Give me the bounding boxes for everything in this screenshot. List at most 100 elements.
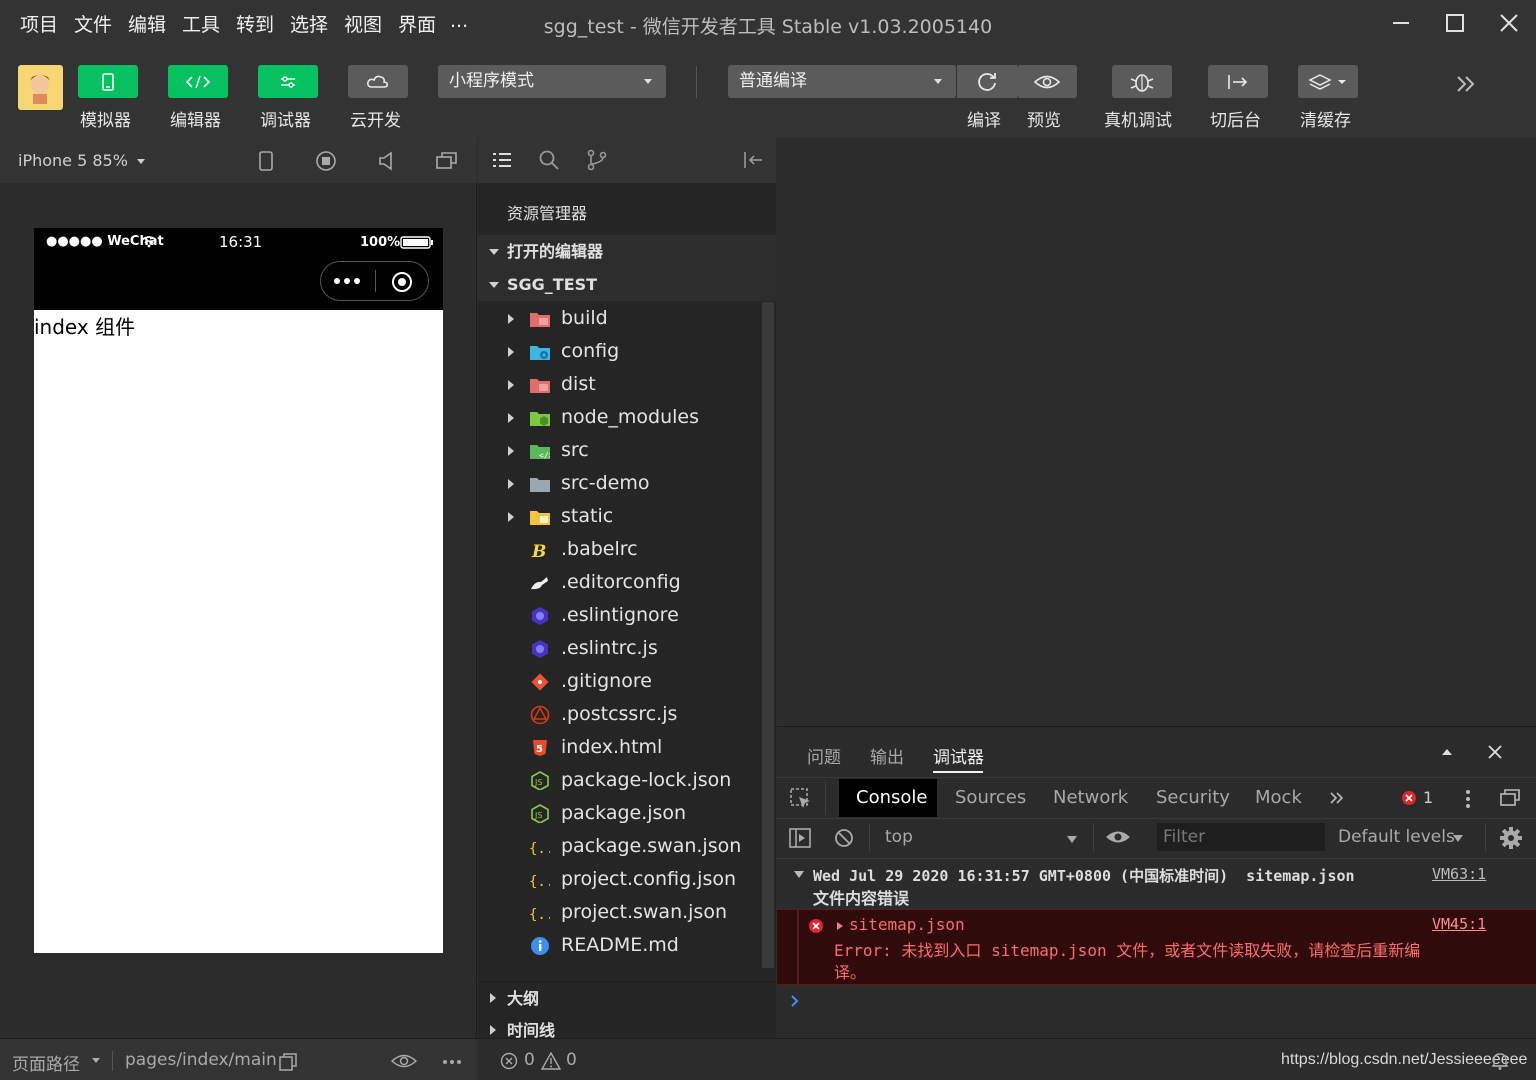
menu-file[interactable]: 文件 bbox=[74, 10, 112, 37]
context-select[interactable]: top bbox=[885, 827, 1081, 853]
file-item[interactable]: {..} project.swan.json bbox=[478, 896, 762, 929]
show-sidebar-button[interactable] bbox=[789, 828, 811, 848]
simulator-toggle-button[interactable] bbox=[78, 65, 138, 98]
clear-console-button[interactable] bbox=[834, 828, 854, 848]
compile-button[interactable] bbox=[957, 65, 1017, 98]
close-window-button[interactable] bbox=[1489, 6, 1529, 40]
device-rotate-button[interactable] bbox=[256, 150, 276, 172]
real-device-debug-button[interactable] bbox=[1112, 65, 1172, 98]
file-item[interactable]: JS package.json bbox=[478, 797, 762, 830]
scrollbar[interactable] bbox=[762, 302, 774, 968]
folder-item[interactable]: dist bbox=[478, 368, 762, 401]
undock-button[interactable] bbox=[1499, 788, 1521, 808]
close-icon bbox=[1500, 14, 1518, 32]
tab-problems[interactable]: 问题 bbox=[807, 743, 841, 768]
menu-interface[interactable]: 界面 bbox=[398, 10, 436, 37]
avatar[interactable] bbox=[18, 65, 63, 110]
maximize-panel-button[interactable] bbox=[1440, 745, 1454, 759]
tab-sources[interactable]: Sources bbox=[955, 781, 1026, 815]
collapse-sidebar-button[interactable] bbox=[742, 150, 764, 170]
file-name: .postcssrc.js bbox=[561, 703, 678, 725]
menu-select[interactable]: 选择 bbox=[290, 10, 328, 37]
console-settings-button[interactable] bbox=[1499, 826, 1523, 850]
close-panel-button[interactable] bbox=[1487, 744, 1503, 760]
open-editors-section[interactable]: 打开的编辑器 bbox=[478, 235, 776, 268]
folder-item[interactable]: build bbox=[478, 302, 762, 335]
source-link[interactable]: VM63:1 bbox=[1432, 865, 1486, 883]
detach-window-button[interactable] bbox=[435, 150, 459, 172]
explorer-tab-search[interactable] bbox=[538, 149, 560, 171]
folder-item[interactable]: node_modules bbox=[478, 401, 762, 434]
folder-item[interactable]: src-demo bbox=[478, 467, 762, 500]
file-item[interactable]: .editorconfig bbox=[478, 566, 762, 599]
page-params-button[interactable] bbox=[391, 1053, 417, 1069]
mode-select[interactable]: 小程序模式 bbox=[438, 65, 666, 98]
file-item[interactable]: JS package-lock.json bbox=[478, 764, 762, 797]
tab-console[interactable]: Console bbox=[856, 781, 927, 815]
menu-view[interactable]: 视图 bbox=[344, 10, 382, 37]
console-group-row[interactable]: Wed Jul 29 2020 16:31:57 GMT+0800 (中国标准时… bbox=[777, 859, 1536, 909]
menu-project[interactable]: 项目 bbox=[20, 10, 58, 37]
device-select[interactable]: iPhone 5 85% bbox=[18, 151, 146, 170]
explorer-tab-git[interactable] bbox=[586, 149, 608, 171]
live-expression-button[interactable] bbox=[1105, 829, 1131, 845]
copy-path-button[interactable] bbox=[278, 1052, 298, 1072]
console-error-row[interactable]: sitemap.json VM45:1 Error: 未找到入口 sitemap… bbox=[777, 909, 1536, 986]
file-item[interactable]: .eslintignore bbox=[478, 599, 762, 632]
file-item[interactable]: .postcssrc.js bbox=[478, 698, 762, 731]
menu-tools[interactable]: 工具 bbox=[182, 10, 220, 37]
file-item[interactable]: README.md bbox=[478, 929, 762, 962]
cloud-dev-button[interactable] bbox=[348, 65, 408, 98]
inspect-element-button[interactable] bbox=[789, 787, 813, 811]
source-link[interactable]: VM45:1 bbox=[1432, 915, 1486, 933]
editor-area[interactable] bbox=[777, 138, 1536, 725]
explorer-tab-files[interactable] bbox=[492, 150, 512, 170]
double-chevron-right-icon bbox=[1330, 792, 1344, 804]
more-tabs-button[interactable] bbox=[1328, 790, 1346, 806]
capsule-menu[interactable] bbox=[320, 261, 429, 301]
editor-toggle-button[interactable] bbox=[168, 65, 228, 98]
file-item[interactable]: {..} package.swan.json bbox=[478, 830, 762, 863]
tab-security[interactable]: Security bbox=[1156, 781, 1230, 815]
maximize-button[interactable] bbox=[1435, 6, 1475, 40]
debugger-toggle-button[interactable] bbox=[258, 65, 318, 98]
project-section[interactable]: SGG_TEST bbox=[478, 268, 776, 301]
layers-icon bbox=[1308, 73, 1346, 90]
stop-button[interactable] bbox=[315, 150, 337, 172]
clear-cache-button[interactable] bbox=[1298, 65, 1358, 98]
file-item[interactable]: 5 index.html bbox=[478, 731, 762, 764]
tab-network[interactable]: Network bbox=[1053, 781, 1128, 815]
chevron-down-icon[interactable] bbox=[92, 1058, 100, 1063]
notification-button[interactable] bbox=[1490, 1051, 1510, 1071]
page-path-label[interactable]: 页面路径 bbox=[12, 1050, 80, 1075]
more-options-button[interactable] bbox=[442, 1059, 462, 1065]
phone-screen[interactable]: ●●●●● WeChat 16:31 100% index 组件 bbox=[34, 228, 443, 953]
device-select-value: iPhone 5 85% bbox=[18, 151, 128, 170]
problem-counter[interactable]: 0 0 bbox=[478, 1039, 776, 1080]
compile-mode-select[interactable]: 普通编译 bbox=[728, 65, 956, 98]
toolbar-more-button[interactable] bbox=[1452, 72, 1480, 96]
folder-item[interactable]: </> src bbox=[478, 434, 762, 467]
filter-input[interactable]: Filter bbox=[1157, 823, 1325, 851]
background-button[interactable] bbox=[1208, 65, 1268, 98]
chevron-right-icon[interactable] bbox=[837, 922, 843, 930]
file-item[interactable]: .eslintrc.js bbox=[478, 632, 762, 665]
file-item[interactable]: {..} project.config.json bbox=[478, 863, 762, 896]
menu-more[interactable]: ... bbox=[450, 10, 468, 32]
menu-edit[interactable]: 编辑 bbox=[128, 10, 166, 37]
folder-item[interactable]: config bbox=[478, 335, 762, 368]
tab-output[interactable]: 输出 bbox=[870, 743, 904, 768]
menu-goto[interactable]: 转到 bbox=[236, 10, 274, 37]
file-item[interactable]: .gitignore bbox=[478, 665, 762, 698]
devtools-menu-button[interactable] bbox=[1464, 788, 1472, 810]
outline-section[interactable]: 大纲 bbox=[478, 981, 776, 1014]
minimize-button[interactable] bbox=[1381, 6, 1421, 40]
tab-debugger[interactable]: 调试器 bbox=[933, 743, 984, 768]
file-item[interactable]: B .babelrc bbox=[478, 533, 762, 566]
tab-mock[interactable]: Mock bbox=[1255, 781, 1302, 815]
log-levels-select[interactable]: Default levels bbox=[1338, 827, 1468, 853]
folder-item[interactable]: static bbox=[478, 500, 762, 533]
volume-button[interactable] bbox=[376, 150, 398, 172]
preview-button[interactable] bbox=[1017, 65, 1077, 98]
console-input[interactable] bbox=[777, 986, 1536, 1020]
